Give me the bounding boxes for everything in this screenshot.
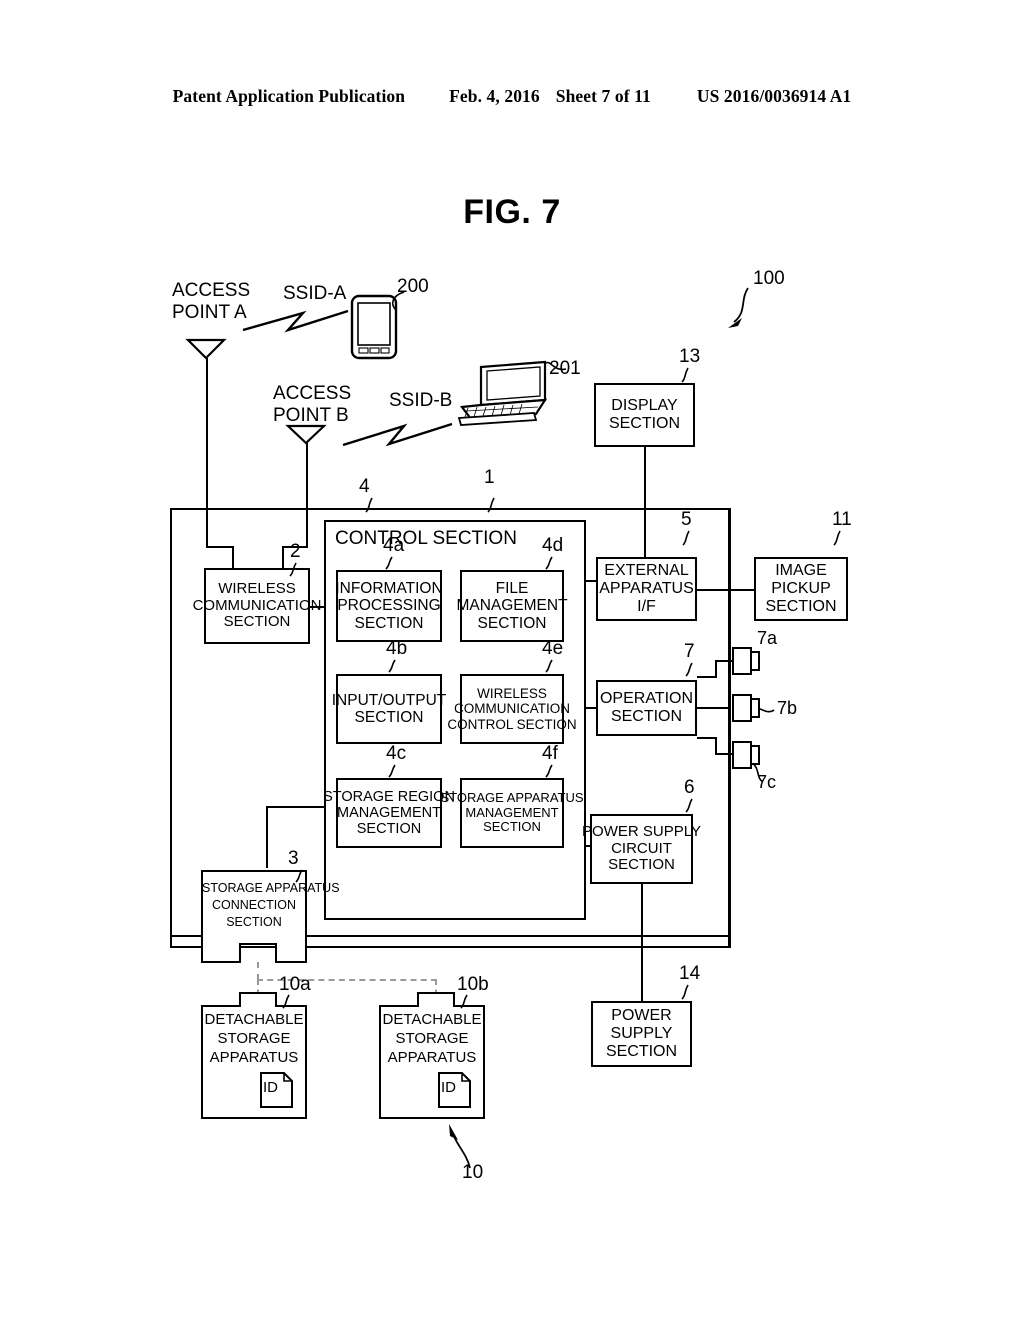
ref-7b: 7b [777,698,798,718]
detachable-storage-a-id-text: ID [263,1079,278,1096]
detachable-storage-b-id-text: ID [441,1079,456,1096]
wire-display-to-extif [644,447,646,557]
wire-control-to-extif [586,580,596,582]
access-point-a-label: ACCESS POINT A [172,280,251,324]
dash-to-storage-b [435,979,437,1006]
dash-to-storage-a [257,979,259,1006]
display-section-block[interactable]: DISPLAY SECTION [594,383,695,447]
operation-button-a-icon[interactable] [732,647,760,675]
wire-op-to-btn-a-v [715,660,717,678]
detachable-storage-apparatus-b-label: DETACHABLE STORAGE APPARATUS [382,1011,482,1066]
wire-frame-bottom-rail [306,935,730,937]
operation-button-b-icon[interactable] [732,694,760,722]
ref-7: 7 [684,641,695,662]
wire-op-to-btn-c-h2 [715,753,733,755]
control-section-title: CONTROL SECTION [335,528,517,549]
wire-right-bus [729,508,731,948]
ref-4f: 4f [542,743,558,764]
system-ref-label: 100 [753,268,785,289]
file-management-section-block[interactable]: FILE MANAGEMENT SECTION [456,570,568,642]
ref-4a: 4a [383,535,405,556]
wire-storageconn-left [170,935,210,937]
laptop-device-icon [457,360,548,426]
ref-4d: 4d [542,535,564,556]
wire-control-to-operation [586,707,596,709]
laptop-ref-label: 201 [549,358,581,379]
ref-10a: 10a [279,974,311,995]
wire-op-to-btn-b [697,707,731,709]
storage-apparatus-management-section-block[interactable]: STORAGE APPARATUS MANAGEMENT SECTION [440,778,584,848]
wire-ap-b-drop [282,546,284,568]
wire-psc-to-power-supply [641,884,643,1002]
information-processing-section-block[interactable]: INFORMATION PROCESSING SECTION [335,570,443,642]
image-pickup-section-block[interactable]: IMAGE PICKUP SECTION [754,557,848,621]
detachable-storage-apparatus-a-label: DETACHABLE STORAGE APPARATUS [204,1011,304,1066]
ref-5: 5 [681,509,692,530]
ref-14: 14 [679,963,701,984]
storage-group-ref-label: 10 [462,1162,484,1183]
tablet-ref-label: 200 [397,276,429,297]
wire-extif-to-imagepickup [697,589,754,591]
wireless-communication-control-section-block[interactable]: WIRELESS COMMUNICATION CONTROL SECTION [447,674,577,744]
leader-100 [728,287,749,328]
publication-date: Feb. 4, 2016 [449,86,540,106]
wire-ap-b-pole [306,443,308,548]
wire-op-to-btn-c-h1 [697,737,717,739]
wireless-communication-section-block[interactable]: WIRELESS COMMUNICATION SECTION [193,568,321,644]
operation-button-c-icon[interactable] [732,741,760,769]
ref-1: 1 [484,467,495,488]
ref-3: 3 [288,848,299,869]
wire-storageconn-up [266,806,268,868]
patent-number: US 2016/0036914 A1 [696,86,852,106]
wire-ap-a-pole [206,358,208,548]
publication-label: Patent Application Publication [172,86,406,106]
ref-4c: 4c [386,743,407,764]
input-output-section-block[interactable]: INPUT/OUTPUT SECTION [332,674,446,744]
ref-4: 4 [359,476,370,497]
ref-4e: 4e [542,638,564,659]
ref-11: 11 [832,509,852,530]
external-apparatus-if-block[interactable]: EXTERNAL APPARATUS I/F [596,557,697,621]
dash-storageconn-down [257,962,259,980]
wire-storageconn-to-control [266,806,326,808]
ref-4b: 4b [386,638,408,659]
wireless-link-a-icon [242,309,349,333]
ref-10b: 10b [457,974,489,995]
tablet-device-icon [350,294,398,360]
wire-ap-a-elbow [206,546,234,548]
power-supply-circuit-section-block[interactable]: POWER SUPPLY CIRCUIT SECTION [582,814,701,884]
ref-7c: 7c [757,772,777,792]
ssid-a-label: SSID-A [283,283,347,304]
operation-section-block[interactable]: OPERATION SECTION [596,680,697,736]
storage-region-management-section-block[interactable]: STORAGE REGION MANAGEMENT SECTION [323,778,455,848]
storage-apparatus-connection-section-label: STORAGE APPARATUS CONNECTION SECTION [202,881,340,929]
sheet-number: Sheet 7 of 11 [555,86,651,106]
power-supply-section-block[interactable]: POWER SUPPLY SECTION [591,1001,692,1067]
wire-op-to-btn-a-h1 [697,676,717,678]
access-point-b-label: ACCESS POINT B [273,383,352,427]
figure-title: FIG. 7 [463,193,561,231]
ref-13: 13 [679,346,701,367]
ref-6: 6 [684,777,695,798]
ssid-b-label: SSID-B [389,390,453,411]
page-header: Patent Application Publication Feb. 4, 2… [0,86,1024,107]
wireless-link-b-icon [342,422,453,447]
ref-7a: 7a [757,628,778,648]
access-point-b-antenna [285,424,327,445]
wire-ap-a-drop [232,546,234,568]
access-point-a-antenna [185,338,227,360]
wire-op-to-btn-a-h2 [715,660,733,662]
ref-2: 2 [290,541,301,562]
